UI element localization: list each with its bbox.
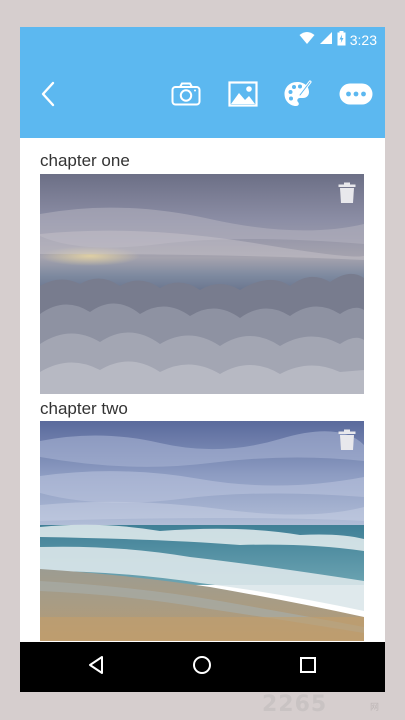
chapter-list: chapter one chapter two: [20, 138, 385, 642]
delete-button[interactable]: [338, 182, 356, 204]
status-icons: 3:23: [299, 30, 377, 51]
chapter-title: chapter one: [40, 151, 130, 170]
palette-button[interactable]: [280, 54, 316, 138]
back-triangle-icon: [87, 655, 105, 680]
nav-home-button[interactable]: [172, 642, 232, 692]
camera-icon: [171, 82, 201, 111]
nav-back-button[interactable]: [66, 642, 126, 692]
palette-icon: [283, 80, 313, 113]
navigation-bar: [20, 642, 385, 692]
delete-button[interactable]: [338, 429, 356, 451]
chapter-title: chapter two: [40, 399, 128, 418]
more-button[interactable]: [336, 54, 376, 138]
chapter-image[interactable]: [40, 421, 364, 641]
trash-icon: [338, 429, 356, 450]
more-icon: [339, 83, 373, 110]
status-time: 3:23: [349, 32, 377, 48]
nav-recents-button[interactable]: [278, 642, 338, 692]
trash-icon: [338, 182, 356, 203]
recents-square-icon: [299, 656, 317, 679]
beach-waves-photo: [40, 421, 364, 641]
image-button[interactable]: [225, 54, 261, 138]
cloudscape-photo: [40, 174, 364, 394]
back-icon: [40, 81, 56, 112]
image-icon: [228, 80, 258, 112]
signal-icon: [319, 31, 333, 50]
back-button[interactable]: [28, 54, 68, 138]
wifi-icon: [299, 31, 315, 50]
camera-button[interactable]: [168, 54, 204, 138]
chapter-image[interactable]: [40, 174, 364, 394]
watermark-suffix: 网: [370, 703, 380, 713]
phone-screen: 3:23 chapter one chapter two: [20, 27, 385, 692]
status-bar: 3:23: [20, 27, 385, 54]
watermark-logo: 2265: [262, 692, 328, 717]
home-circle-icon: [192, 655, 212, 680]
toolbar: [20, 54, 385, 138]
battery-charging-icon: [337, 30, 346, 51]
